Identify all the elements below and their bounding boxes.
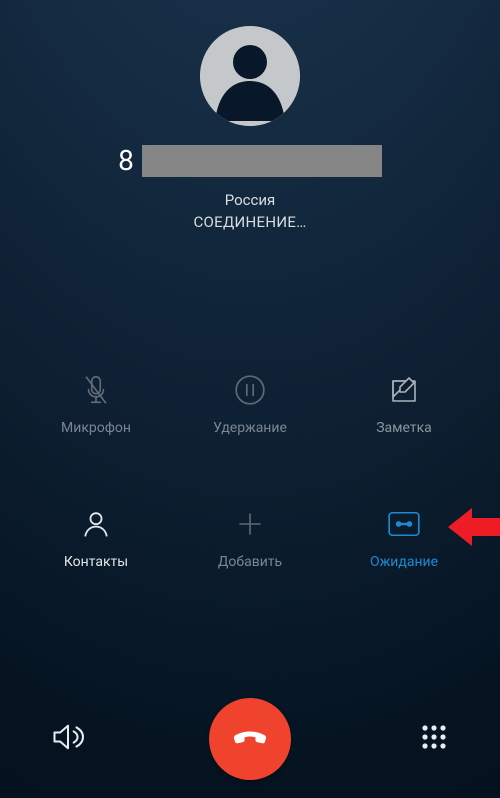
person-silhouette-icon: [200, 26, 300, 126]
note-button[interactable]: Заметка: [336, 370, 472, 436]
end-call-button[interactable]: [209, 698, 291, 780]
add-plus-icon: [230, 504, 270, 544]
add-call-label: Добавить: [218, 554, 282, 570]
speaker-icon: [50, 719, 86, 759]
phone-number-redacted: [142, 145, 382, 177]
annotation-arrow-icon: [446, 504, 500, 550]
speaker-button[interactable]: [50, 719, 183, 759]
mute-button[interactable]: Микрофон: [28, 370, 164, 436]
phone-number-prefix: 8: [118, 144, 134, 177]
contacts-button[interactable]: Контакты: [28, 504, 164, 570]
add-call-button[interactable]: Добавить: [182, 504, 318, 570]
hold-pause-icon: [230, 370, 270, 410]
end-call-phone-icon: [228, 715, 272, 763]
contacts-label: Контакты: [64, 554, 128, 570]
note-edit-icon: [384, 370, 424, 410]
call-country: Россия: [225, 191, 276, 209]
contact-avatar: [200, 26, 300, 126]
dialpad-grid-icon: [418, 721, 450, 757]
note-label: Заметка: [376, 420, 432, 436]
mute-microphone-icon: [76, 370, 116, 410]
call-waiting-label: Ожидание: [370, 554, 438, 570]
hold-button[interactable]: Удержание: [182, 370, 318, 436]
mute-label: Микрофон: [61, 420, 131, 436]
dialpad-button[interactable]: [317, 721, 450, 757]
phone-number-row: 8: [0, 144, 500, 177]
call-waiting-icon: [384, 504, 424, 544]
hold-label: Удержание: [213, 420, 287, 436]
call-status: СОЕДИНЕНИЕ…: [193, 213, 306, 231]
contacts-person-icon: [76, 504, 116, 544]
